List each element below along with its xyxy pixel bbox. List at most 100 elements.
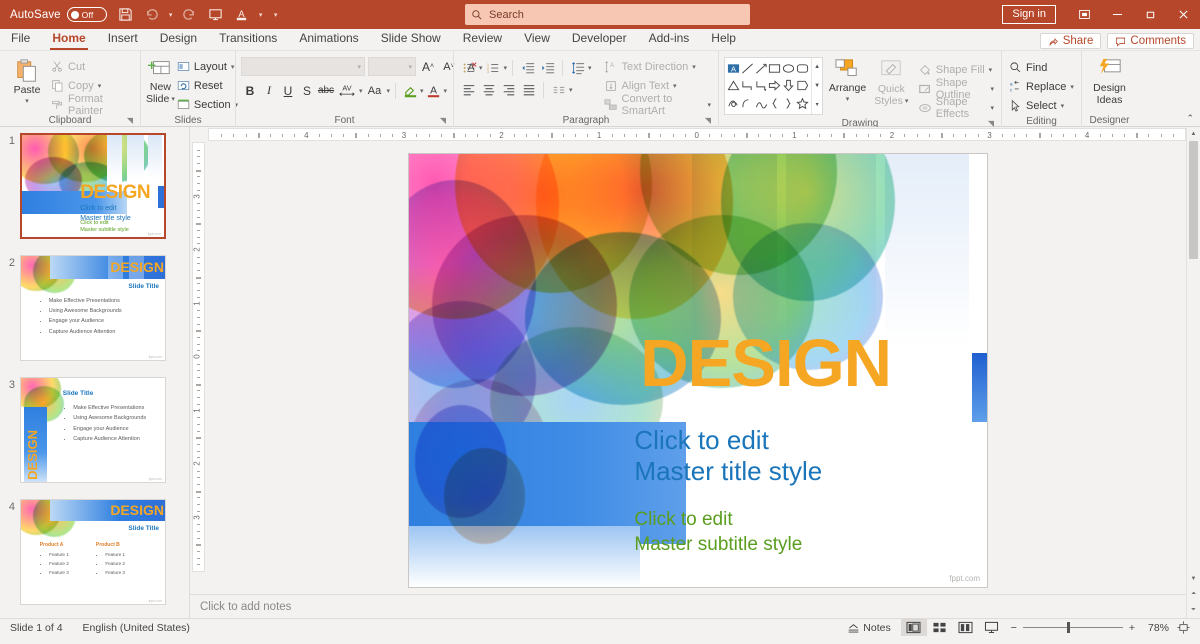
format-painter-button[interactable]: Format Painter xyxy=(49,93,135,117)
text-shadow-button[interactable]: S xyxy=(298,81,316,100)
current-slide[interactable]: DESIGN Click to edit Master title style … xyxy=(408,153,988,588)
slide-thumbnail-3[interactable]: DESIGN Slide Title Make Effective Presen… xyxy=(20,377,166,483)
replace-dropdown-icon[interactable]: ▾ xyxy=(1070,83,1074,91)
find-button[interactable]: Find xyxy=(1007,58,1076,77)
search-box[interactable]: Search xyxy=(465,4,750,25)
shape-curve-icon[interactable] xyxy=(741,95,755,112)
change-case-button[interactable]: Aa xyxy=(364,81,386,100)
shape-elbow-connector-icon[interactable] xyxy=(741,77,755,94)
tab-review[interactable]: Review xyxy=(452,29,513,50)
font-name-input[interactable]: ▾ xyxy=(241,57,365,76)
slide-thumbnail-4[interactable]: DESIGN Slide Title Product A Feature 1 F… xyxy=(20,499,166,605)
redo-icon[interactable] xyxy=(177,3,203,27)
slide-thumbnail-1[interactable]: DESIGN Click to edit Master title style … xyxy=(20,133,166,239)
shapes-scroll-down-icon[interactable]: ▼ xyxy=(812,77,822,96)
bold-button[interactable]: B xyxy=(241,81,259,100)
scrollbar-thumb[interactable] xyxy=(1189,141,1198,259)
copy-dropdown-icon[interactable]: ▾ xyxy=(98,82,102,90)
horizontal-ruler-bar[interactable]: 4 3 2 1 0 1 2 3 4 xyxy=(208,128,1186,141)
tab-transitions[interactable]: Transitions xyxy=(208,29,288,50)
zoom-in-button[interactable]: + xyxy=(1123,622,1141,634)
tab-file[interactable]: File xyxy=(0,29,41,50)
shape-scribble-icon[interactable] xyxy=(727,95,741,112)
undo-dropdown-icon[interactable]: ▾ xyxy=(165,3,177,27)
previous-slide-icon[interactable]: ⏶ xyxy=(1187,586,1200,602)
new-slide-button[interactable]: New Slide ▾ xyxy=(146,54,175,105)
shape-star-icon[interactable] xyxy=(795,95,809,112)
scrollbar-track[interactable] xyxy=(1187,141,1200,572)
select-button[interactable]: Select ▾ xyxy=(1007,96,1076,115)
sign-in-button[interactable]: Sign in xyxy=(1002,5,1056,24)
zoom-slider[interactable] xyxy=(1022,620,1123,636)
increase-indent-button[interactable] xyxy=(538,59,557,78)
select-dropdown-icon[interactable]: ▾ xyxy=(1061,102,1065,110)
shape-line-icon[interactable] xyxy=(741,60,755,77)
shape-arrow-icon[interactable] xyxy=(754,60,768,77)
slide-count-label[interactable]: Slide 1 of 4 xyxy=(0,622,73,634)
zoom-level-label[interactable]: 78% xyxy=(1141,622,1171,634)
shape-pentagon-icon[interactable] xyxy=(795,77,809,94)
customize-quick-access-toolbar-icon[interactable]: ▾ xyxy=(267,3,285,27)
font-color-dropdown-icon[interactable]: ▾ xyxy=(444,87,448,95)
change-case-dropdown-icon[interactable]: ▾ xyxy=(387,87,391,95)
ribbon-display-options-icon[interactable] xyxy=(1068,0,1101,29)
paste-button[interactable]: Paste ▾ xyxy=(5,54,49,105)
align-right-button[interactable] xyxy=(499,81,518,100)
character-spacing-dropdown-icon[interactable]: ▾ xyxy=(359,87,363,95)
font-color-button[interactable]: A xyxy=(425,81,443,100)
character-spacing-button[interactable]: AV xyxy=(336,81,358,100)
font-dialog-launcher[interactable]: ◥ xyxy=(440,114,446,127)
zoom-out-button[interactable]: − xyxy=(1005,622,1023,634)
quick-styles-dropdown-icon[interactable]: ▾ xyxy=(905,96,909,107)
next-slide-icon[interactable]: ⏷ xyxy=(1187,602,1200,618)
fit-to-window-button[interactable] xyxy=(1171,621,1196,634)
shape-down-arrow-icon[interactable] xyxy=(782,77,796,94)
tab-slide-show[interactable]: Slide Show xyxy=(370,29,452,50)
text-highlight-color-button[interactable] xyxy=(401,81,419,100)
columns-dropdown-icon[interactable]: ▾ xyxy=(569,86,573,94)
shape-effects-dropdown-icon[interactable]: ▾ xyxy=(990,104,994,112)
smartart-dropdown-icon[interactable]: ▾ xyxy=(707,101,711,109)
zoom-slider-handle[interactable] xyxy=(1066,622,1070,633)
slide-canvas-area[interactable]: DESIGN Click to edit Master title style … xyxy=(190,142,1200,594)
align-left-button[interactable] xyxy=(459,81,478,100)
paste-dropdown-icon[interactable]: ▾ xyxy=(25,97,29,105)
shape-rectangle-icon[interactable] xyxy=(768,60,782,77)
italic-button[interactable]: I xyxy=(260,81,278,100)
tab-home[interactable]: Home xyxy=(41,29,96,50)
comments-button[interactable]: Comments xyxy=(1107,33,1194,49)
bullets-dropdown-icon[interactable]: ▾ xyxy=(479,64,483,72)
section-button[interactable]: Section ▾ xyxy=(175,95,240,114)
columns-button[interactable] xyxy=(549,81,568,100)
shape-effects-button[interactable]: Shape Effects ▾ xyxy=(916,96,996,120)
slide-show-view-button[interactable] xyxy=(979,619,1005,636)
design-ideas-button[interactable]: Design Ideas xyxy=(1087,54,1132,106)
bullets-button[interactable] xyxy=(459,59,478,78)
slide-thumbnail-2[interactable]: DESIGN Slide Title Make Effective Presen… xyxy=(20,255,166,361)
undo-icon[interactable] xyxy=(139,3,165,27)
scroll-up-icon[interactable]: ▲ xyxy=(1187,127,1200,141)
vertical-scrollbar[interactable]: ▲ ▼ ⏶ ⏷ xyxy=(1186,127,1200,618)
scroll-down-icon[interactable]: ▼ xyxy=(1187,572,1200,586)
shapes-scroll-up-icon[interactable]: ▲ xyxy=(812,58,822,77)
layout-button[interactable]: Layout ▾ xyxy=(175,57,240,76)
clipboard-dialog-launcher[interactable]: ◥ xyxy=(127,114,133,127)
convert-to-smartart-button[interactable]: Convert to SmartArt ▾ xyxy=(602,93,713,117)
numbering-dropdown-icon[interactable]: ▾ xyxy=(504,64,508,72)
shapes-more-icon[interactable]: ▾ xyxy=(812,95,822,114)
text-direction-dropdown-icon[interactable]: ▾ xyxy=(692,63,696,71)
quick-styles-button[interactable]: Quick Styles ▾ xyxy=(872,57,911,107)
shape-right-arrow-icon[interactable] xyxy=(768,77,782,94)
shape-arc-icon[interactable] xyxy=(754,95,768,112)
tab-developer[interactable]: Developer xyxy=(561,29,638,50)
text-highlight-dropdown-icon[interactable]: ▾ xyxy=(255,3,267,27)
list-item[interactable]: 2 DESIGN Slide Title Make Effective Pres… xyxy=(0,239,189,361)
close-button[interactable] xyxy=(1167,0,1200,29)
autosave-toggle[interactable]: Off xyxy=(66,7,107,22)
language-label[interactable]: English (United States) xyxy=(73,622,200,634)
start-slideshow-icon[interactable] xyxy=(203,3,229,27)
minimize-button[interactable] xyxy=(1101,0,1134,29)
share-button[interactable]: Share xyxy=(1039,33,1102,49)
list-item[interactable]: 4 DESIGN Slide Title Product A Feature 1… xyxy=(0,483,189,605)
reset-button[interactable]: Reset xyxy=(175,76,240,95)
